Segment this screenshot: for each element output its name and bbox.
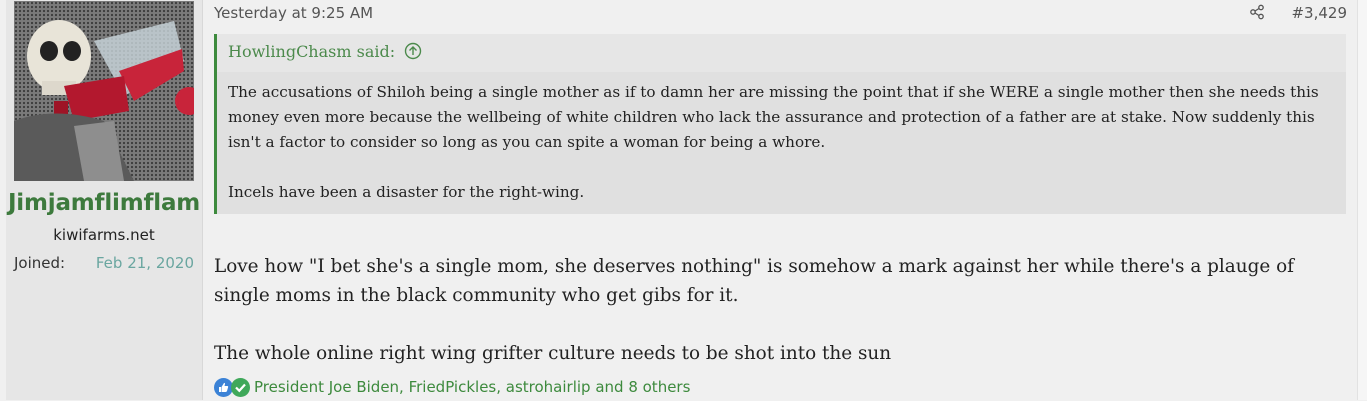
- post-body: Love how "I bet she's a single mom, she …: [214, 252, 1334, 368]
- reactions-bar[interactable]: President Joe Biden, FriedPickles, astro…: [214, 376, 690, 398]
- reactions-list[interactable]: President Joe Biden, FriedPickles, astro…: [254, 378, 690, 396]
- jump-to-quote-icon[interactable]: [404, 42, 422, 64]
- user-title: kiwifarms.net: [53, 226, 155, 244]
- scrollbar[interactable]: [1357, 0, 1367, 400]
- post-header: Yesterday at 9:25 AM #3,429: [214, 4, 1347, 24]
- quote-paragraph: The accusations of Shiloh being a single…: [228, 83, 1319, 151]
- quote-author[interactable]: HowlingChasm said:: [228, 42, 395, 61]
- quote-header[interactable]: HowlingChasm said:: [228, 42, 422, 64]
- agree-icon: [231, 377, 250, 397]
- joined-label: Joined:: [14, 254, 66, 272]
- post-number[interactable]: #3,429: [1291, 4, 1347, 22]
- quote-content: The accusations of Shiloh being a single…: [217, 72, 1346, 214]
- share-icon[interactable]: [1249, 4, 1267, 22]
- post-date[interactable]: Yesterday at 9:25 AM: [214, 4, 373, 22]
- reaction-icons[interactable]: [214, 377, 250, 397]
- quote-block: HowlingChasm said: The accusations of Sh…: [214, 34, 1346, 214]
- quote-paragraph: Incels have been a disaster for the righ…: [228, 183, 585, 201]
- user-sidebar: Jimjamflimflam kiwifarms.net Joined: Feb…: [6, 0, 203, 400]
- post-paragraph: Love how "I bet she's a single mom, she …: [214, 256, 1294, 306]
- joined-date: Feb 21, 2020: [95, 254, 194, 272]
- username[interactable]: Jimjamflimflam: [6, 190, 202, 216]
- post-paragraph: The whole online right wing grifter cult…: [214, 343, 892, 364]
- user-avatar[interactable]: [14, 1, 194, 181]
- avatar-image: [14, 1, 194, 181]
